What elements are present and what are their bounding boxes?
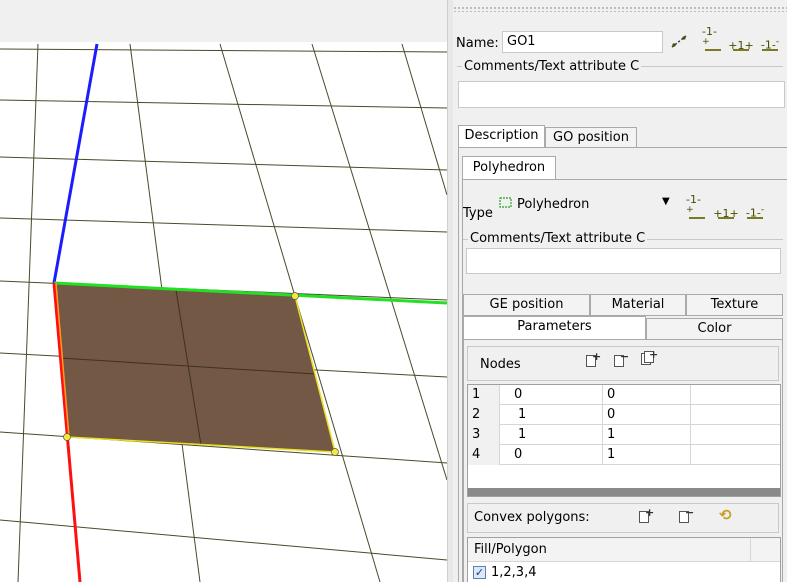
fill-polygon-column[interactable]: Fill/Polygon: [474, 542, 547, 557]
table-row[interactable]: ✓ 1,2,3,4: [468, 562, 780, 582]
polyhedron-face: [53, 282, 336, 453]
tab-parameters[interactable]: Parameters: [463, 316, 646, 340]
node-y[interactable]: 0: [603, 385, 691, 405]
nodes-label: Nodes: [480, 357, 521, 372]
tab-label: GO position: [553, 130, 629, 145]
tab-label: Polyhedron: [472, 160, 546, 175]
tab-ge-position[interactable]: GE position: [463, 294, 590, 316]
grid-line: [401, 43, 447, 196]
polyhedron-icon: [498, 196, 514, 214]
grid-line: [0, 99, 447, 109]
table-row[interactable]: 3 1 1: [468, 425, 780, 445]
dock-grip[interactable]: [453, 6, 787, 12]
row-index: 1: [468, 385, 500, 405]
tab-color[interactable]: Color: [646, 318, 783, 340]
polygons-table-header: Fill/Polygon: [468, 538, 780, 562]
table-row[interactable]: 2 1 0: [468, 405, 780, 425]
node-point[interactable]: [63, 433, 71, 441]
fill-checkbox[interactable]: ✓: [473, 566, 486, 579]
grid-line: [311, 43, 447, 481]
add-polygon-icon[interactable]: +: [639, 506, 654, 524]
scene-canvas: [0, 43, 447, 582]
remove-polygon-icon[interactable]: −: [679, 506, 694, 524]
type-label: Type: [463, 206, 493, 221]
add-node-icon[interactable]: +: [586, 350, 601, 368]
node-x[interactable]: 1: [500, 405, 603, 425]
grid-line: [17, 43, 39, 582]
grid-line: [0, 156, 447, 171]
remove-layer-icon[interactable]: -1--: [759, 33, 781, 51]
tab-label: Material: [611, 297, 665, 312]
add-nodes-icon[interactable]: +: [641, 348, 658, 366]
horizontal-scrollbar[interactable]: [468, 488, 780, 496]
add-layers-icon[interactable]: +1+: [713, 201, 739, 219]
node-y[interactable]: 0: [603, 405, 691, 425]
tab-go-position[interactable]: GO position: [545, 127, 637, 148]
type-comments-label: Comments/Text attribute C: [468, 231, 648, 246]
type-select-value: Polyhedron: [517, 197, 590, 212]
tab-label: Color: [697, 321, 732, 336]
row-index: 3: [468, 425, 500, 445]
3d-viewport[interactable]: [0, 0, 447, 582]
polygon-nodes[interactable]: 1,2,3,4: [491, 565, 536, 580]
tab-label: Texture: [710, 297, 759, 312]
add-layer-icon[interactable]: -1-+: [686, 194, 708, 219]
nodes-table[interactable]: 1 0 0 2 1 0 3 1 1 4 0 1: [467, 384, 781, 497]
node-x[interactable]: 1: [500, 425, 603, 445]
chevron-down-icon: ▼: [662, 196, 670, 207]
table-row[interactable]: 1 0 0: [468, 385, 780, 405]
node-y[interactable]: 1: [603, 445, 691, 465]
node-point[interactable]: [291, 292, 299, 300]
node-x[interactable]: 0: [500, 445, 603, 465]
name-field-value: GO1: [507, 34, 536, 49]
add-layers-icon[interactable]: +1+: [728, 33, 754, 51]
refresh-icon[interactable]: ⟲: [719, 506, 732, 524]
name-label: Name:: [456, 36, 499, 51]
convex-polygons-label: Convex polygons:: [474, 510, 590, 525]
tab-texture[interactable]: Texture: [686, 294, 783, 316]
grid-line: [0, 519, 447, 561]
comments-field[interactable]: [458, 81, 785, 108]
tab-polyhedron[interactable]: Polyhedron: [462, 156, 556, 180]
polygons-table[interactable]: Fill/Polygon ✓ 1,2,3,4: [467, 537, 781, 582]
tab-label: Parameters: [517, 319, 592, 334]
remove-node-icon[interactable]: −: [614, 350, 629, 368]
grid-line: [0, 48, 447, 53]
tab-material[interactable]: Material: [590, 294, 686, 316]
row-index: 2: [468, 405, 500, 425]
properties-panel: Name: GO1 -1-+ +1+ -1-- Comments/Text at…: [453, 0, 787, 582]
node-y[interactable]: 1: [603, 425, 691, 445]
tab-label: GE position: [489, 297, 564, 312]
type-comments-field[interactable]: [466, 248, 781, 274]
type-select[interactable]: Polyhedron ▼: [497, 194, 678, 216]
row-index: 4: [468, 445, 500, 465]
grid-line: [0, 217, 447, 233]
table-row[interactable]: 4 0 1: [468, 445, 780, 465]
add-layer-icon[interactable]: -1-+: [702, 26, 724, 51]
diagonal-icon[interactable]: [668, 31, 690, 49]
remove-layer-icon[interactable]: -1--: [744, 201, 766, 219]
tab-label: Description: [464, 128, 539, 143]
name-field[interactable]: GO1: [502, 31, 663, 53]
node-point[interactable]: [331, 448, 339, 456]
tab-description[interactable]: Description: [458, 125, 545, 148]
node-x[interactable]: 0: [500, 385, 603, 405]
comments-label: Comments/Text attribute C: [462, 59, 642, 74]
z-axis: [52, 43, 99, 284]
